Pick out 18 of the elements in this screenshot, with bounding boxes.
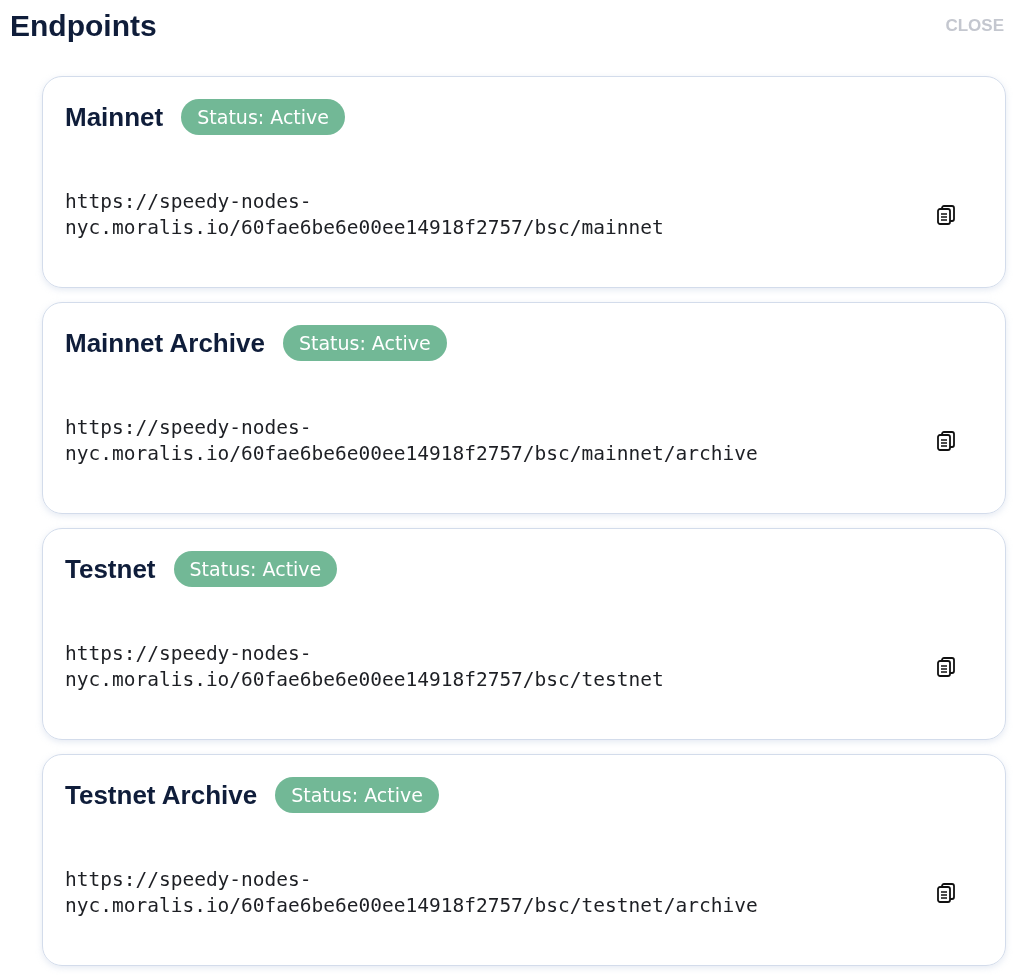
endpoint-name: Testnet (65, 553, 156, 585)
copy-icon[interactable] (937, 431, 955, 451)
endpoint-url: https://speedy-nodes-nyc.moralis.io/60fae6be6e00ee14918f2757/bsc/testnet/archive (65, 867, 759, 919)
endpoint-url: https://speedy-nodes-nyc.moralis.io/60fae6be6e00ee14918f2757/bsc/mainnet (65, 189, 665, 241)
endpoint-name: Mainnet (65, 101, 164, 133)
page-title: Endpoints (10, 9, 157, 43)
endpoint-name: Testnet Archive (65, 779, 258, 811)
status-badge: Status: Active (173, 551, 338, 587)
status-badge: Status: Active (275, 777, 439, 813)
endpoint-name: Mainnet Archive (65, 327, 265, 359)
copy-icon[interactable] (937, 883, 955, 903)
endpoint-url: https://speedy-nodes-nyc.moralis.io/60fae6be6e00ee14918f2757/bsc/mainnet/archive (65, 415, 759, 467)
copy-icon[interactable] (937, 205, 955, 225)
status-badge: Status: Active (282, 325, 447, 361)
endpoint-url: https://speedy-nodes-nyc.moralis.io/60fae6be6e00ee14918f2757/bsc/testnet (65, 641, 665, 693)
status-badge: Status: Active (181, 99, 345, 135)
close-button[interactable]: CLOSE (943, 16, 1006, 36)
copy-icon[interactable] (937, 657, 955, 677)
